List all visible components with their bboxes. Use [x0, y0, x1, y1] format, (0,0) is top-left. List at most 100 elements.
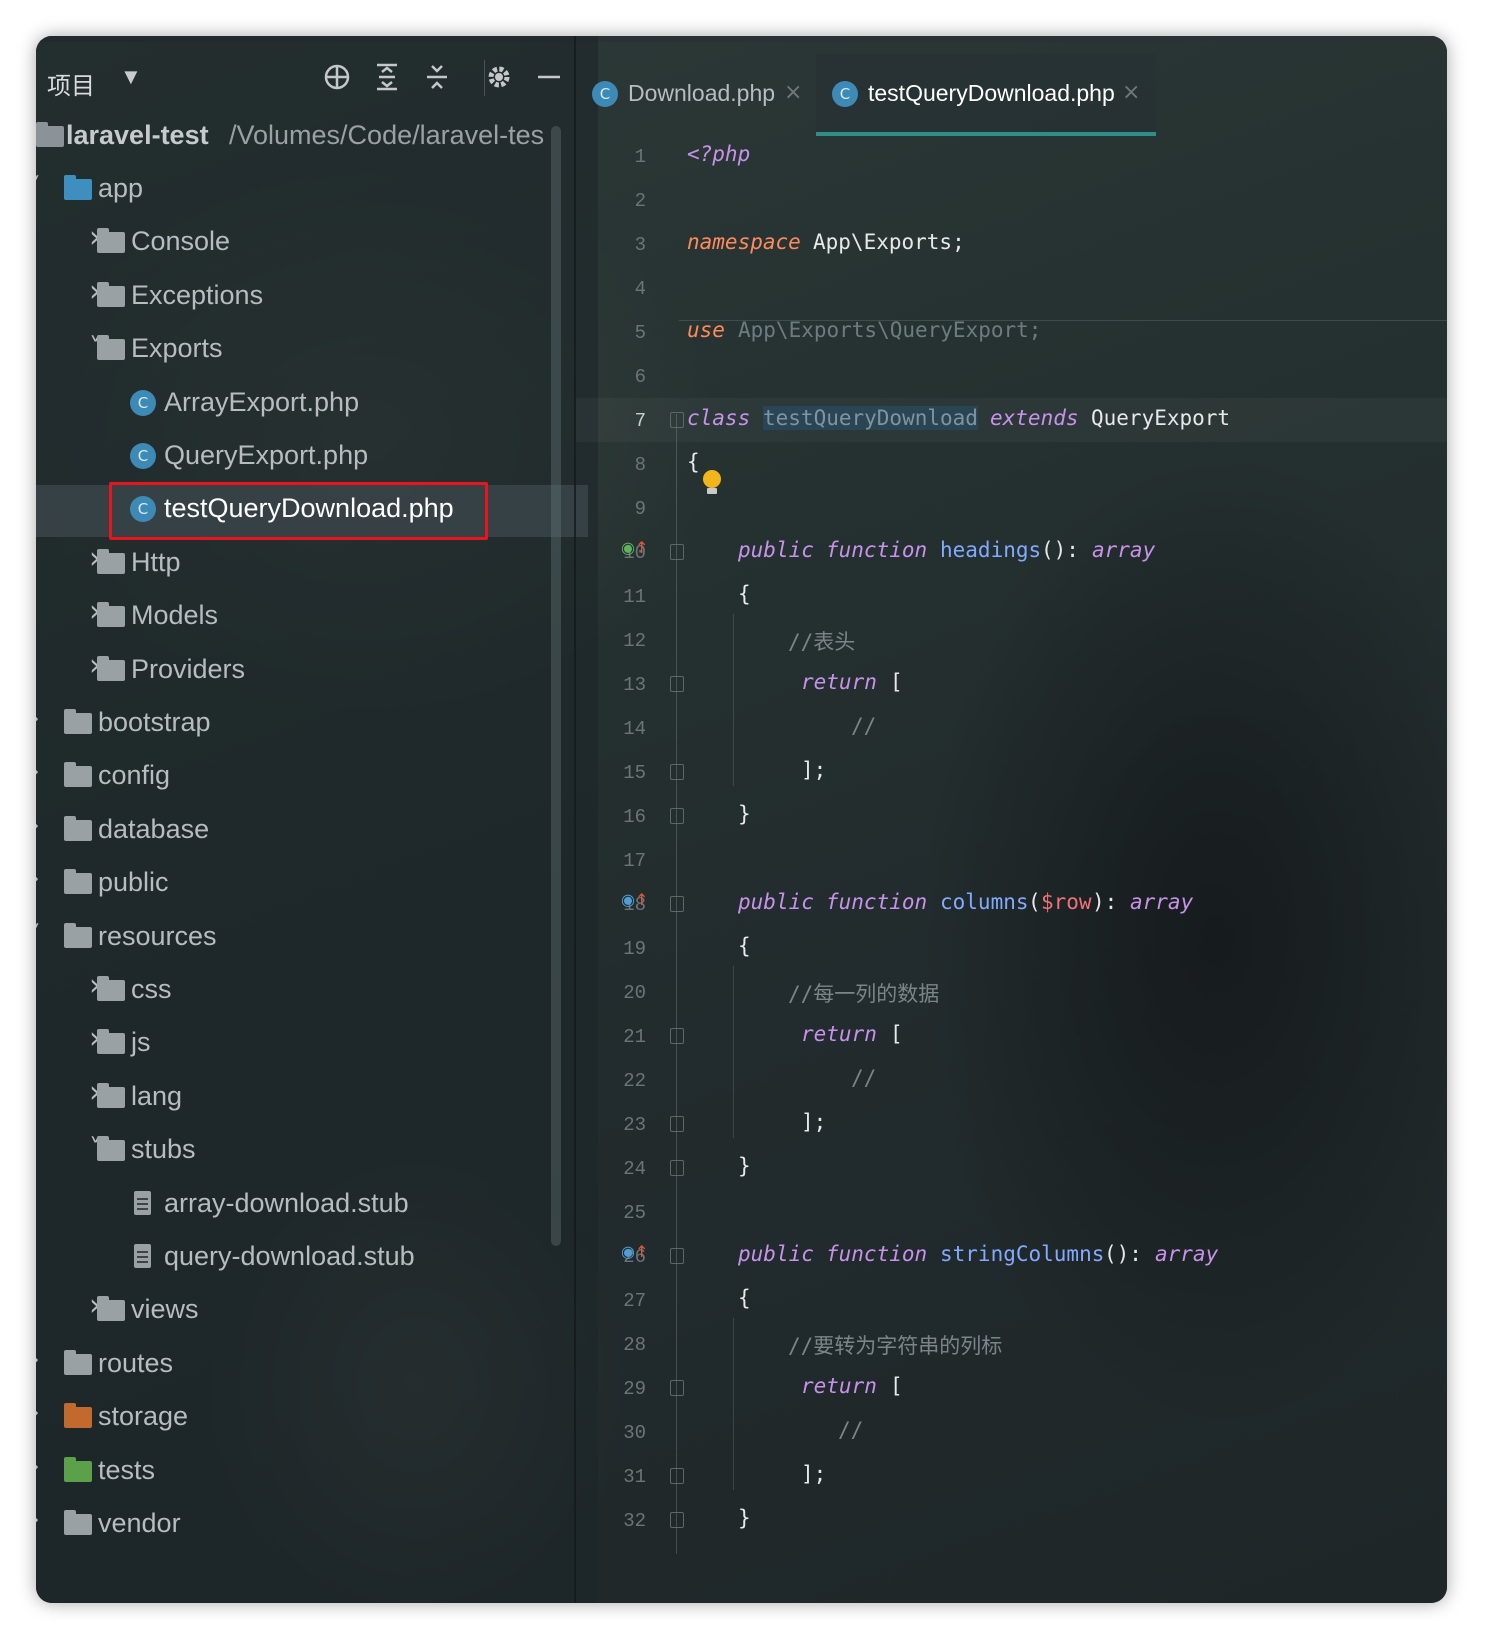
- tree-item[interactable]: › public: [36, 859, 588, 911]
- tree-item[interactable]: › Models: [36, 592, 588, 644]
- minimize-icon[interactable]: [534, 62, 564, 98]
- chevron-down-icon[interactable]: ˅: [36, 173, 41, 203]
- tree-item[interactable]: › database: [36, 806, 588, 858]
- override-icon[interactable]: ◉↑: [621, 538, 648, 557]
- code-line-32: }: [576, 1498, 1447, 1542]
- close-icon[interactable]: ×: [784, 80, 802, 105]
- line-number: 25: [623, 1202, 646, 1224]
- code-line-8: {: [576, 442, 1447, 486]
- fold-marker[interactable]: [670, 896, 684, 912]
- return-keyword: return: [801, 1022, 877, 1046]
- folder-icon: [97, 281, 125, 307]
- stub-file-icon: [134, 1190, 151, 1215]
- tree-item[interactable]: › bootstrap: [36, 699, 588, 751]
- comment: //: [851, 714, 877, 738]
- chevron-right-icon[interactable]: ›: [36, 1502, 40, 1537]
- folder-icon: [97, 548, 125, 574]
- tree-item[interactable]: ˅ app: [36, 165, 588, 217]
- fold-marker[interactable]: [670, 544, 684, 560]
- public-keyword: public: [738, 538, 814, 562]
- tree-item[interactable]: › Http: [36, 539, 588, 591]
- collapse-all-icon[interactable]: [422, 62, 452, 98]
- tree-item[interactable]: › storage: [36, 1393, 588, 1445]
- chevron-right-icon[interactable]: ›: [36, 754, 40, 789]
- folder-icon: [64, 762, 92, 788]
- folder-icon: [64, 1349, 92, 1375]
- tab-download-php[interactable]: C Download.php ×: [576, 54, 814, 134]
- fold-marker[interactable]: [670, 764, 684, 780]
- fold-marker[interactable]: [670, 1028, 684, 1044]
- tree-item[interactable]: › tests: [36, 1447, 588, 1499]
- fold-marker[interactable]: [670, 412, 684, 428]
- tree-item-label: Console: [131, 226, 231, 257]
- tree-item-label: resources: [98, 920, 217, 951]
- chevron-right-icon[interactable]: ›: [36, 701, 40, 736]
- tree-item[interactable]: › views: [36, 1286, 588, 1338]
- tree-item[interactable]: › Providers: [36, 646, 588, 698]
- code-editor[interactable]: 1 2 3 4 5 6 7 8 9 10 11 12 13 14 15 16 17 18 19 20 21 22 23 24 2…: [576, 134, 1447, 1603]
- tree-item[interactable]: › routes: [36, 1340, 588, 1392]
- tree-item[interactable]: C ArrayExport.php: [36, 379, 588, 431]
- method-args: ():: [1041, 538, 1079, 562]
- tree-item[interactable]: › js: [36, 1019, 588, 1071]
- array-open: [: [890, 1374, 903, 1398]
- expand-all-icon[interactable]: [372, 62, 402, 98]
- fold-marker[interactable]: [670, 1468, 684, 1484]
- tree-item[interactable]: › vendor: [36, 1500, 588, 1552]
- close-icon[interactable]: ×: [1122, 80, 1140, 105]
- tree-item[interactable]: › Exceptions: [36, 272, 588, 324]
- tree-item-label: array-download.stub: [164, 1187, 409, 1218]
- line-number: 2: [634, 190, 646, 212]
- fold-marker[interactable]: [670, 1380, 684, 1396]
- tree-item[interactable]: array-download.stub: [36, 1180, 588, 1232]
- project-sidebar: 项目 ▼ laravel-test /Volumes/Code/laravel-…: [36, 36, 598, 1603]
- project-root-row[interactable]: laravel-test /Volumes/Code/laravel-tes: [36, 112, 588, 164]
- tree-item[interactable]: › css: [36, 966, 588, 1018]
- code-line-20: //每一列的数据: [576, 970, 1447, 1014]
- chevron-right-icon[interactable]: ›: [36, 808, 40, 843]
- folder-icon: [97, 976, 125, 1001]
- tree-item-label: Providers: [131, 653, 246, 684]
- tree-item-label: css: [131, 974, 172, 1004]
- fold-marker[interactable]: [670, 1116, 684, 1132]
- override-icon[interactable]: ◉↑: [621, 890, 648, 909]
- chevron-right-icon[interactable]: ›: [36, 1342, 40, 1377]
- tree-item[interactable]: ˅ resources: [36, 913, 588, 965]
- tab-testquerydownload-php[interactable]: C testQueryDownload.php ×: [816, 54, 1156, 136]
- php-open-tag: <?php: [687, 142, 751, 166]
- method-close-brace: }: [738, 802, 751, 826]
- tree-item-label: database: [98, 813, 210, 844]
- fold-marker[interactable]: [670, 1512, 684, 1528]
- tree-item[interactable]: ˅ stubs: [36, 1126, 588, 1178]
- fold-marker[interactable]: [670, 676, 684, 692]
- class-keyword: class: [687, 406, 751, 430]
- code-line-24: }: [576, 1146, 1447, 1190]
- tab-label: testQueryDownload.php: [868, 80, 1115, 106]
- fold-marker[interactable]: [670, 1248, 684, 1264]
- tree-item[interactable]: C QueryExport.php: [36, 432, 588, 484]
- tree-item[interactable]: ˅ Exports: [36, 325, 588, 377]
- chevron-right-icon[interactable]: ›: [36, 1449, 40, 1484]
- tree-item[interactable]: › Console: [36, 218, 588, 270]
- folder-icon: [97, 228, 125, 254]
- chevron-right-icon[interactable]: ›: [36, 1395, 40, 1430]
- tree-item[interactable]: query-download.stub: [36, 1233, 588, 1285]
- project-panel-title[interactable]: 项目: [47, 66, 95, 101]
- comment: //: [838, 1418, 864, 1442]
- return-keyword: return: [801, 1374, 877, 1398]
- gear-icon[interactable]: [484, 62, 514, 98]
- fold-marker[interactable]: [670, 808, 684, 824]
- return-type: array: [1092, 538, 1156, 562]
- tree-item[interactable]: › config: [36, 752, 588, 804]
- tree-item-label: views: [131, 1294, 199, 1325]
- tree-item[interactable]: › lang: [36, 1073, 588, 1125]
- fold-marker[interactable]: [670, 1160, 684, 1176]
- override-icon[interactable]: ◉↑: [621, 1242, 648, 1261]
- chevron-down-icon[interactable]: ˅: [36, 921, 41, 951]
- folder-icon: [97, 655, 125, 681]
- locate-icon[interactable]: [322, 62, 352, 98]
- function-keyword: function: [826, 1242, 928, 1266]
- chevron-down-icon[interactable]: ▼: [120, 64, 142, 90]
- chevron-right-icon[interactable]: ›: [36, 861, 40, 896]
- sidebar-scrollbar[interactable]: [551, 126, 561, 1246]
